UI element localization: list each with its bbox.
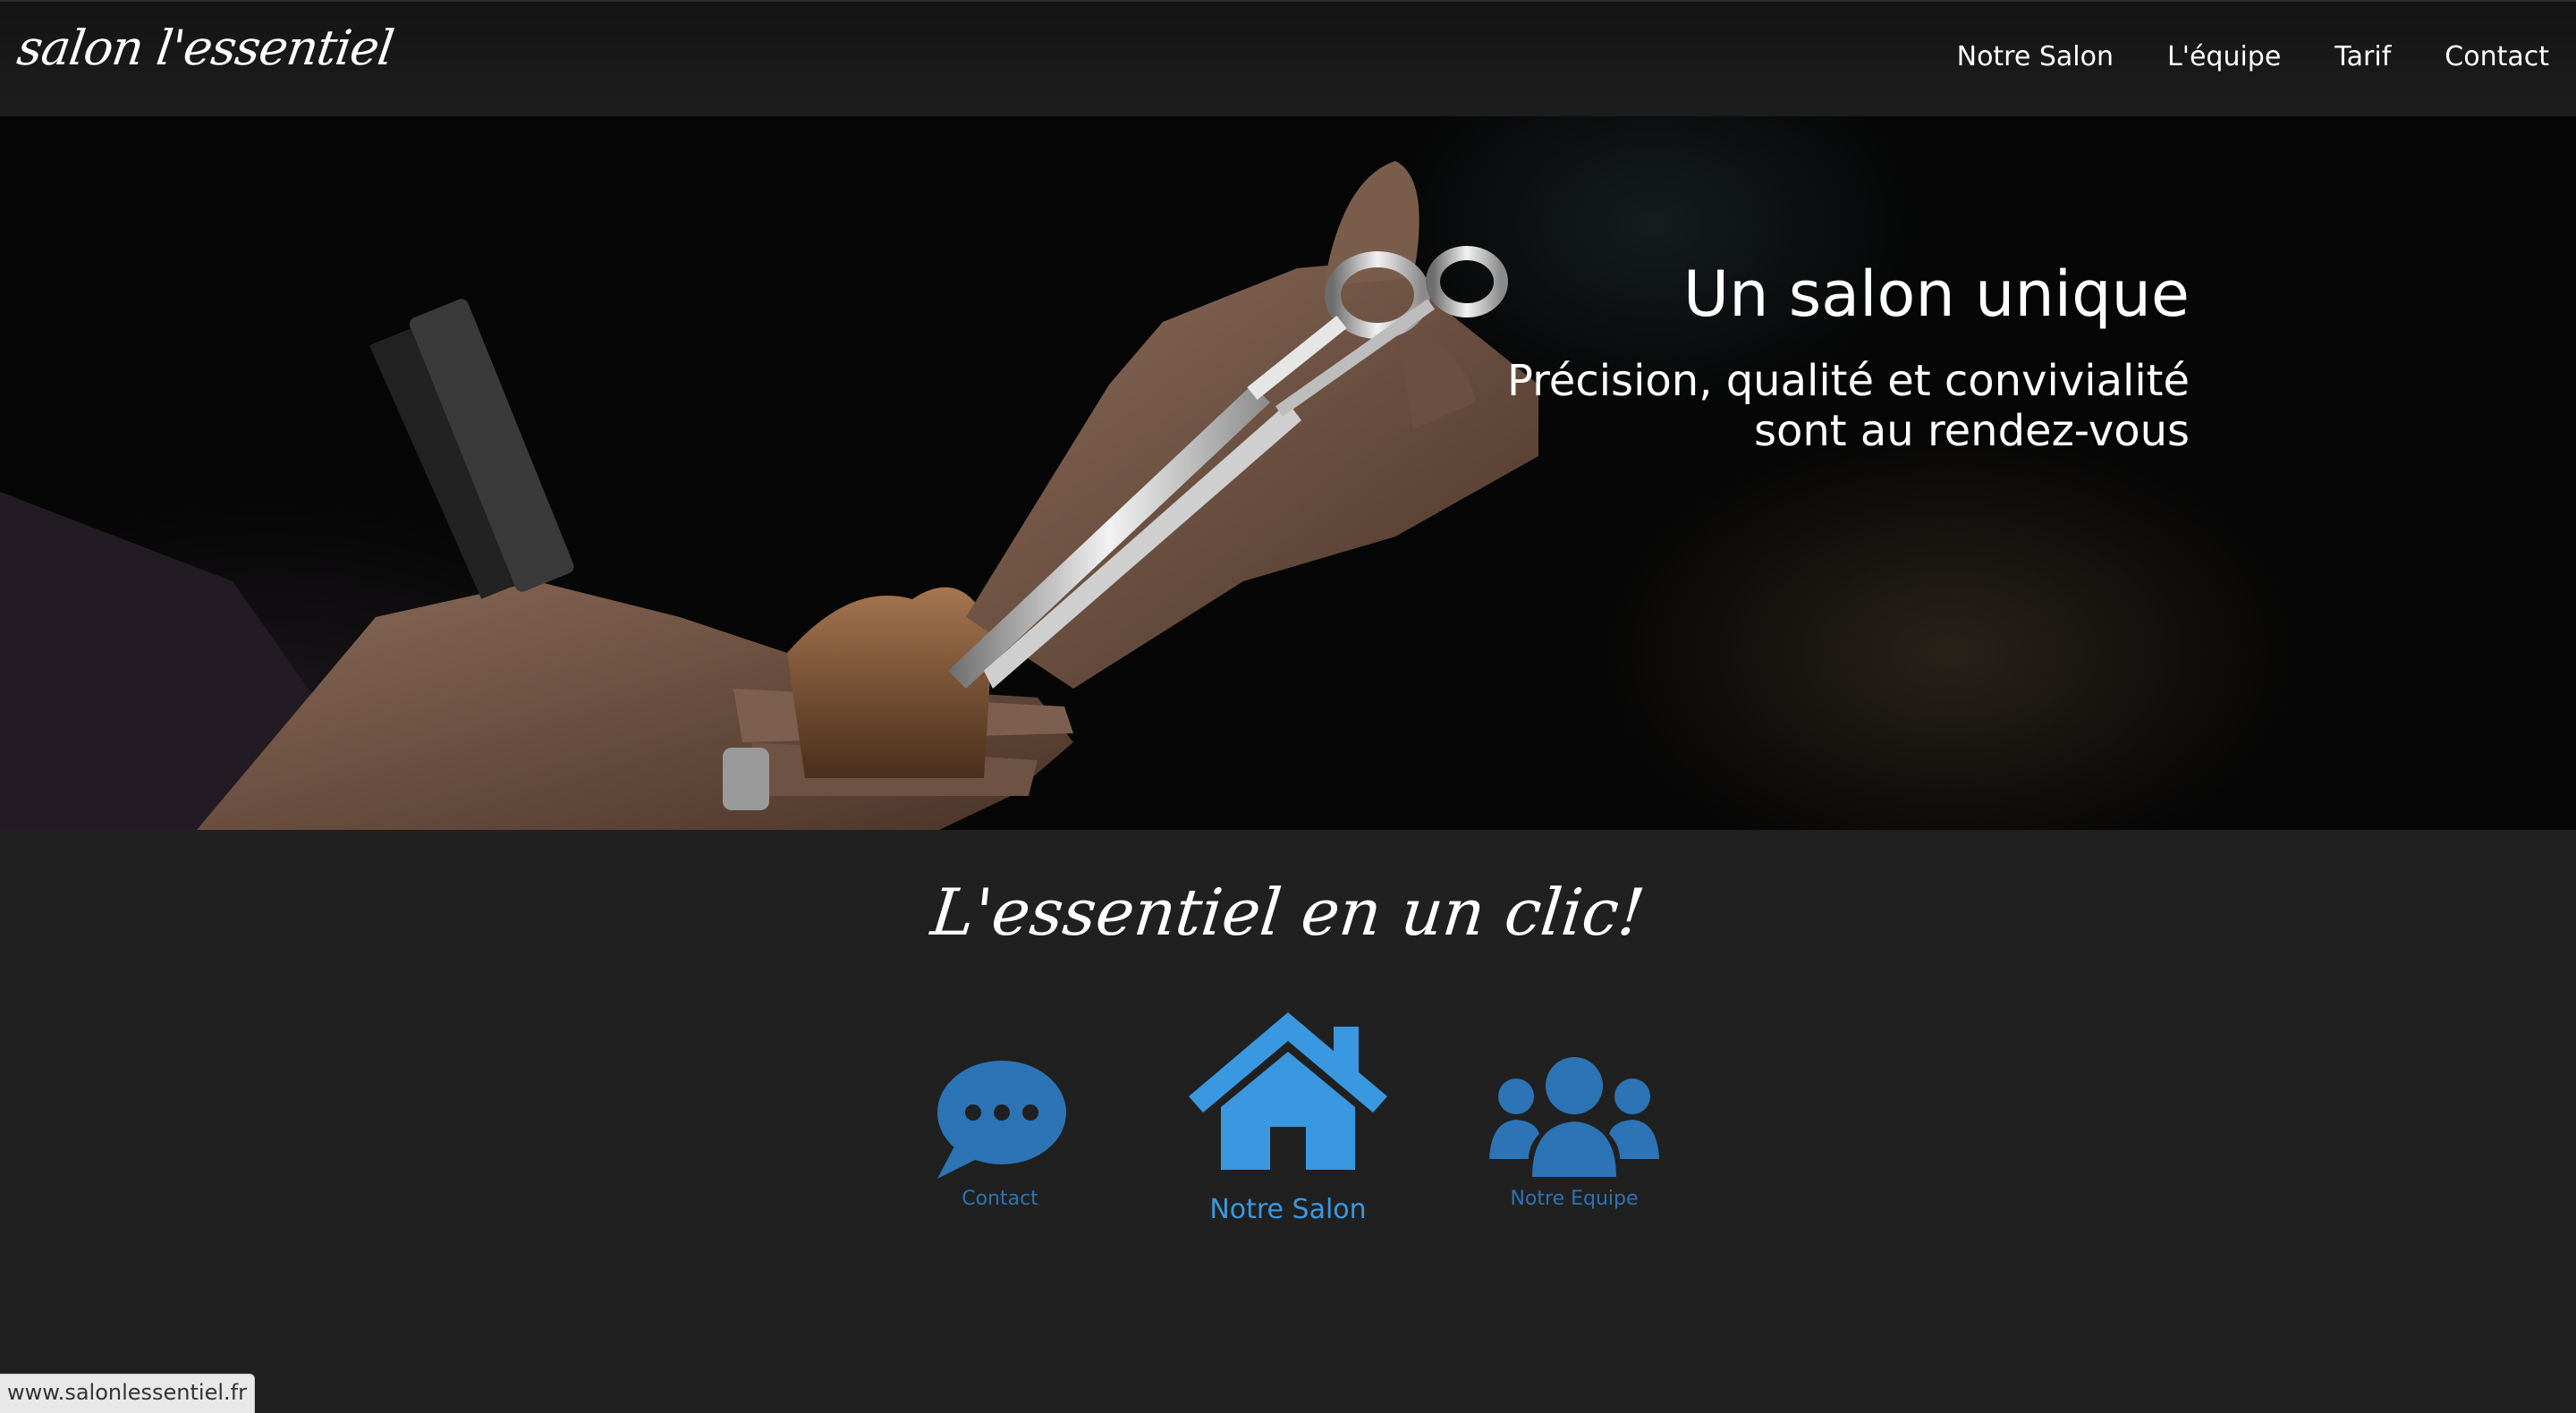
notre-equipe-quicklink-label: Notre Equipe — [1510, 1188, 1639, 1210]
contact-quicklink-label: Contact — [962, 1188, 1038, 1210]
hero-banner: Un salon unique Précision, qualité et co… — [0, 116, 2576, 830]
site-header: salon l'essentiel Notre Salon L'équipe T… — [0, 0, 2576, 116]
hero-subtitle: Précision, qualité et convivialité sont … — [1385, 356, 2190, 456]
quicklinks-heading: L'essentiel en un clic! — [928, 875, 1648, 950]
chat-bubble-icon — [937, 1061, 1066, 1179]
main-nav: Notre Salon L'équipe Tarif Contact — [1957, 41, 2549, 72]
site-logo[interactable]: salon l'essentiel — [14, 20, 397, 76]
contact-quicklink[interactable]: Contact — [911, 1055, 1089, 1210]
nav-item-equipe[interactable]: L'équipe — [2167, 41, 2281, 72]
notre-salon-quicklink-label: Notre Salon — [1209, 1194, 1367, 1225]
nav-item-tarif[interactable]: Tarif — [2334, 41, 2391, 72]
notre-salon-quicklink[interactable]: Notre Salon — [1172, 1009, 1404, 1225]
hero-subtitle-line-2: sont au rendez-vous — [1753, 406, 2190, 456]
hero-image-hands-scissors — [0, 161, 1538, 830]
group-icon — [1489, 1057, 1659, 1177]
notre-equipe-quicklink[interactable]: Notre Equipe — [1485, 1055, 1664, 1210]
nav-item-notre-salon[interactable]: Notre Salon — [1957, 41, 2114, 72]
house-icon — [1189, 1012, 1387, 1170]
hero-subtitle-line-1: Précision, qualité et convivialité — [1507, 356, 2190, 406]
hero-title: Un salon unique — [1682, 258, 2190, 331]
nav-item-contact[interactable]: Contact — [2445, 41, 2549, 72]
status-bar-url: www.salonlessentiel.fr — [0, 1374, 255, 1413]
